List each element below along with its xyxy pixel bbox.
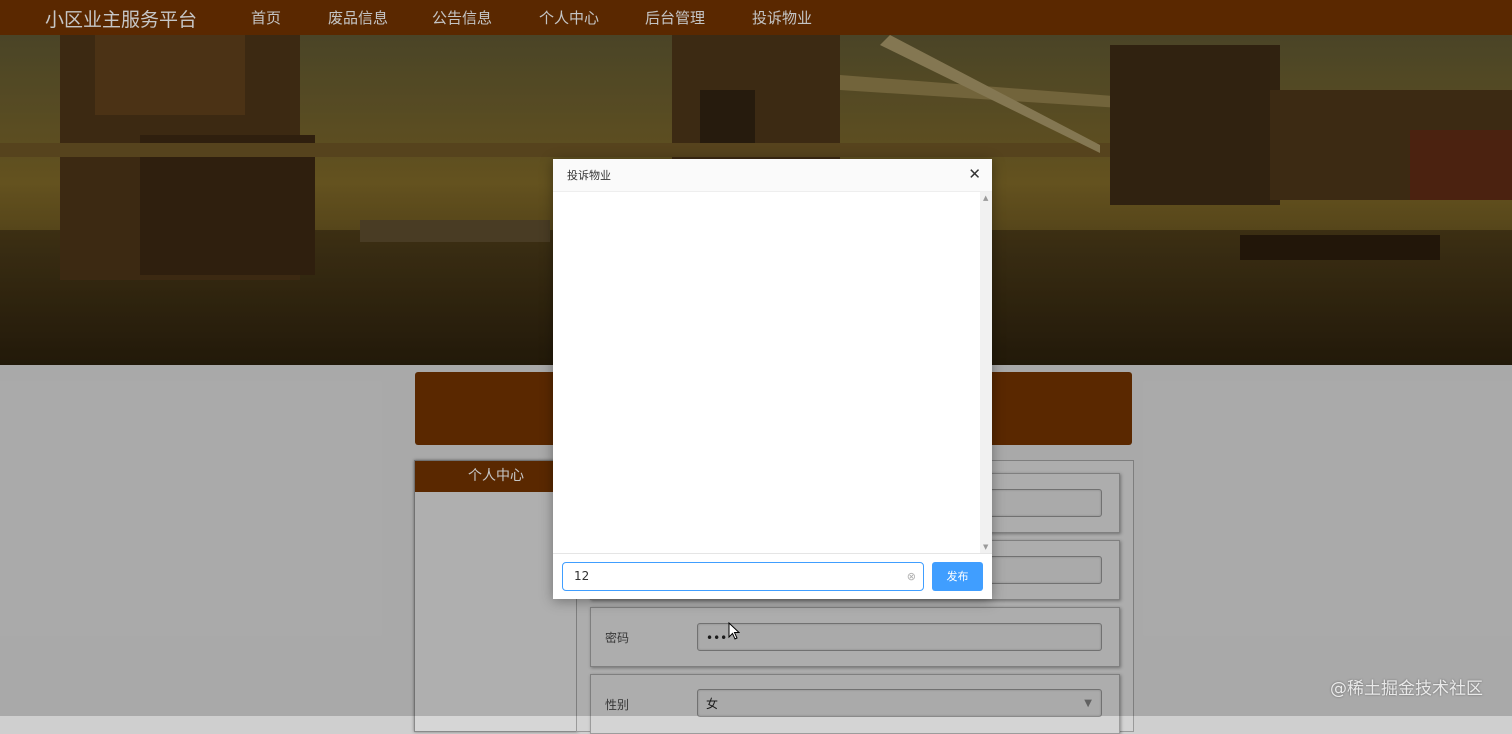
- complaint-dialog: 投诉物业 ✕ ▲ ▼ 12 ⊗ 发布: [553, 159, 992, 599]
- complaint-input-text: 12: [574, 569, 590, 583]
- watermark-text: @稀土掘金技术社区: [1330, 679, 1483, 699]
- scroll-up-arrow-icon[interactable]: ▲: [983, 194, 988, 202]
- complaint-message-input[interactable]: 12 ⊗: [562, 562, 924, 591]
- close-icon[interactable]: ✕: [968, 166, 981, 182]
- message-list-area: ▲ ▼: [553, 192, 992, 554]
- dialog-header: 投诉物业 ✕: [553, 159, 992, 192]
- publish-button[interactable]: 发布: [932, 562, 983, 591]
- dialog-title: 投诉物业: [567, 169, 611, 182]
- clear-icon[interactable]: ⊗: [907, 563, 916, 590]
- message-scrollbar[interactable]: ▲ ▼: [980, 192, 992, 553]
- scroll-down-arrow-icon[interactable]: ▼: [983, 543, 988, 551]
- mouse-cursor-icon: [728, 622, 740, 640]
